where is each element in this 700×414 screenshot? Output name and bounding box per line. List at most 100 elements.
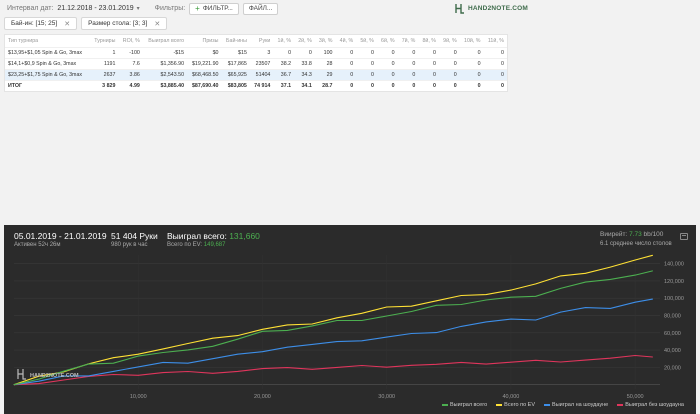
data-point xyxy=(634,259,636,261)
data-point xyxy=(112,362,114,364)
table-cell: $68,468.50 xyxy=(187,68,222,80)
table-cell: $17,865 xyxy=(221,57,250,69)
watermark-text: HAND2NOTE.COM xyxy=(30,373,79,379)
column-header[interactable]: 6й, % xyxy=(377,35,398,47)
data-point xyxy=(435,300,437,302)
table-cell: 1191 xyxy=(89,57,119,69)
column-header[interactable]: 10й, % xyxy=(460,35,484,47)
data-point xyxy=(460,326,462,327)
table-cell: $13,95+$1,05 Spin & Go, 3max xyxy=(5,46,90,58)
data-point xyxy=(212,345,214,347)
column-header[interactable]: 11й, % xyxy=(484,35,507,47)
data-point xyxy=(137,374,139,376)
table-cell: 0 xyxy=(483,68,507,80)
table-row[interactable]: $14,1+$0,9 Spin & Go, 3max 1191 7.6 $1,356.… xyxy=(5,57,507,69)
table-cell: 0 xyxy=(335,46,357,58)
column-header[interactable]: Бай-ины xyxy=(221,35,249,47)
data-point xyxy=(112,374,114,375)
table-cell: 0 xyxy=(459,57,484,69)
data-point xyxy=(411,311,412,312)
column-header[interactable]: 5й, % xyxy=(356,35,377,47)
table-cell: 36.7 xyxy=(273,68,295,80)
table-cell: 51404 xyxy=(249,68,274,80)
data-point xyxy=(609,357,611,359)
data-point xyxy=(386,306,388,308)
legend-item[interactable]: Всего по EV xyxy=(496,402,535,408)
column-header[interactable]: 8й, % xyxy=(418,35,439,47)
table-cell: 1 xyxy=(89,46,119,58)
legend-swatch xyxy=(617,404,624,406)
table-cell: 3.86 xyxy=(118,68,143,80)
data-point xyxy=(386,336,388,338)
table-cell: 34.3 xyxy=(294,68,315,80)
chevron-down-icon[interactable]: ▾ xyxy=(137,5,140,12)
data-point xyxy=(535,319,537,321)
column-header[interactable]: Турниры xyxy=(90,35,119,47)
data-point xyxy=(162,361,164,363)
filter-bar: Интервал дат: 21.12.2018 - 23.01.2019 ▾ … xyxy=(0,0,700,17)
data-point xyxy=(652,254,653,256)
file-button[interactable]: ФАЙЛ... xyxy=(242,2,279,15)
data-point xyxy=(361,320,363,321)
data-point xyxy=(585,359,586,361)
legend-swatch xyxy=(544,404,551,406)
y-tick-label: 140,000 xyxy=(664,262,684,268)
legend-item[interactable]: Выиграл без шоудауна xyxy=(617,402,684,408)
data-point xyxy=(311,368,313,370)
table-row[interactable]: $23,25+$1,75 Spin & Go, 3max 2637 3.86 $2,5… xyxy=(5,68,507,80)
interval-select[interactable]: 21.12.2018 - 23.01.2019 xyxy=(57,5,133,12)
close-icon[interactable]: ✕ xyxy=(64,20,70,28)
table-cell: 0 xyxy=(459,46,484,58)
column-header[interactable]: 4й, % xyxy=(335,35,356,47)
chart-legend: Выиграл всего Всего по EV Выиграл на шоуда… xyxy=(442,402,684,408)
filter-chip-table-size[interactable]: Размер стола: [3; 3] ✕ xyxy=(81,17,168,30)
legend-swatch xyxy=(442,404,448,406)
table-cell: 3 xyxy=(249,46,274,58)
table-cell: 0 xyxy=(459,79,484,91)
filter-chip-buyin[interactable]: Бай-ин: [15; 25] ✕ xyxy=(4,17,78,30)
close-icon[interactable]: ✕ xyxy=(154,20,160,28)
series-line xyxy=(13,298,653,386)
column-header[interactable]: ROI, % xyxy=(118,35,142,47)
data-point xyxy=(237,338,239,340)
column-header[interactable]: 3й, % xyxy=(315,35,336,47)
total-row[interactable]: ИТОГ 3 829 4.99 $3,885.40 $87,690.40 $83,805 7… xyxy=(5,79,507,91)
data-point xyxy=(585,307,586,308)
table-cell: 0 xyxy=(397,68,419,80)
table-cell: 0 xyxy=(483,79,507,91)
add-filter-button[interactable]: + ФИЛЬТР... xyxy=(189,2,239,15)
table-cell: $65,925 xyxy=(221,68,250,80)
data-point xyxy=(535,359,537,361)
table-row[interactable]: $13,95+$1,05 Spin & Go, 3max 1 -100 -$15 $0 $… xyxy=(5,46,507,58)
data-point xyxy=(460,295,462,296)
table-cell: -100 xyxy=(118,46,143,58)
table-cell: $0 xyxy=(187,46,222,58)
column-header[interactable]: 1й, % xyxy=(273,35,294,47)
column-header[interactable]: Тип турнира xyxy=(5,35,90,47)
column-header[interactable]: 9й, % xyxy=(439,35,460,47)
legend-item[interactable]: Выиграл всего xyxy=(442,402,487,408)
data-point xyxy=(435,332,437,334)
data-point xyxy=(336,341,338,343)
column-header[interactable]: 2й, % xyxy=(294,35,315,47)
data-point xyxy=(187,349,189,351)
data-point xyxy=(652,298,653,300)
legend-item[interactable]: Выиграл на шоудауне xyxy=(544,402,608,408)
y-tick-label: 100,000 xyxy=(664,296,684,302)
x-tick-label: 20,000 xyxy=(254,394,271,400)
table-cell: 28 xyxy=(314,57,336,69)
column-header[interactable]: Руки xyxy=(250,35,273,47)
data-point xyxy=(286,367,288,368)
table-cell: 0 xyxy=(418,79,439,91)
data-point xyxy=(187,362,189,364)
active-filter-chips: Бай-ин: [15; 25] ✕ Размер стола: [3; 3] … xyxy=(4,17,168,30)
table-cell: 0 xyxy=(356,79,377,91)
data-point xyxy=(560,361,562,363)
x-tick-label: 30,000 xyxy=(378,394,395,400)
data-point xyxy=(435,304,437,306)
column-header[interactable]: 7й, % xyxy=(398,35,419,47)
data-point xyxy=(237,335,239,336)
data-point xyxy=(485,294,487,295)
column-header[interactable]: Призы xyxy=(187,35,221,47)
column-header[interactable]: Выиграл всего xyxy=(143,35,187,47)
